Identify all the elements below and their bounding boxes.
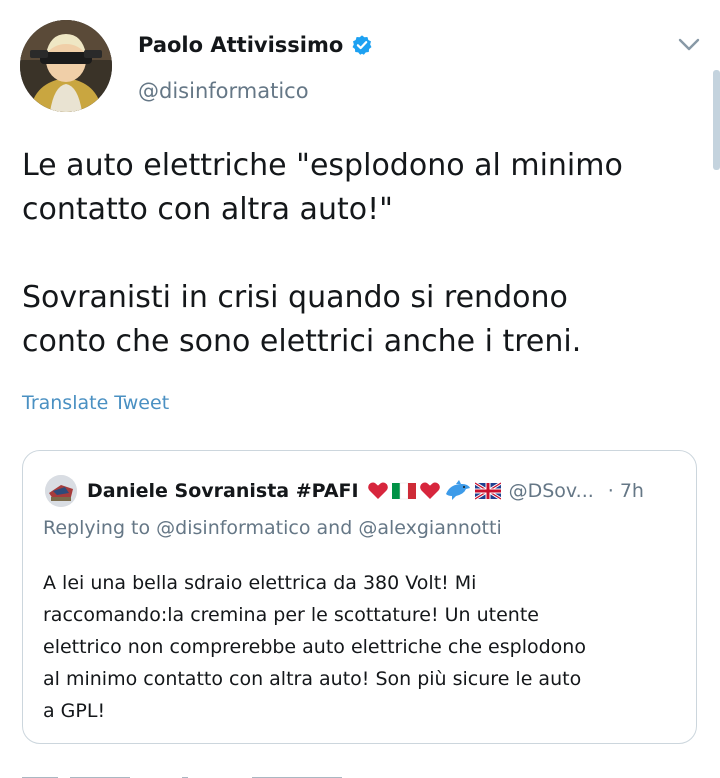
tweet-line: conto che sono elettrici anche i treni. — [22, 324, 582, 359]
replying-and: and — [316, 517, 353, 539]
quoted-tweet-text: A lei una bella sdraio elettrica da 380 … — [43, 567, 683, 727]
tweet-line: Le auto elettriche "esplodono al minimo — [22, 148, 623, 183]
separator-dot: · — [607, 480, 614, 502]
verified-badge-icon — [351, 34, 373, 56]
tweet-line: Sovranisti in crisi quando si rendono — [22, 280, 568, 315]
quoted-tweet-card[interactable]: Daniele Sovranista #PAFI @DSov... · 7h R… — [22, 450, 697, 744]
author-avatar[interactable] — [20, 20, 112, 112]
red-heart-icon — [367, 482, 388, 499]
author-handle[interactable]: @disinformatico — [138, 79, 309, 103]
quoted-avatar-image — [45, 475, 77, 507]
scrollbar[interactable] — [713, 70, 720, 170]
tweet-line: contatto con altra auto!" — [22, 192, 393, 227]
quoted-line: raccomando:la cremina per le scottature!… — [43, 604, 539, 626]
red-heart-icon — [419, 482, 440, 499]
quoted-line: a GPL! — [43, 700, 106, 722]
quoted-author-handle[interactable]: @DSov... — [509, 480, 594, 502]
tweet-meta-partial — [22, 768, 422, 778]
replying-to: Replying to @disinformatico and @alexgia… — [43, 517, 502, 539]
quoted-line: A lei una bella sdraio elettrica da 380 … — [43, 572, 477, 594]
author-avatar-image — [20, 20, 112, 112]
replying-prefix: Replying to — [43, 517, 151, 539]
quoted-timestamp[interactable]: 7h — [620, 480, 644, 502]
author-name-text: Paolo Attivissimo — [138, 33, 344, 57]
replying-mention-alexgiannotti[interactable]: @alexgiannotti — [358, 517, 501, 539]
quoted-header: Daniele Sovranista #PAFI @DSov... · 7h — [87, 475, 644, 507]
quoted-author-name[interactable]: Daniele Sovranista #PAFI — [87, 480, 359, 502]
quoted-avatar[interactable] — [45, 475, 77, 507]
italy-flag-icon — [391, 482, 416, 500]
quoted-emoji-group — [367, 480, 501, 502]
author-name[interactable]: Paolo Attivissimo — [138, 33, 373, 57]
chevron-down-icon[interactable] — [676, 36, 702, 54]
quoted-line: elettrico non comprerebbe auto elettrich… — [43, 636, 586, 658]
uk-flag-icon — [474, 482, 501, 500]
quoted-line: al minimo contatto con altra auto! Son p… — [43, 668, 582, 690]
dolphin-icon — [445, 480, 470, 500]
translate-tweet-link[interactable]: Translate Tweet — [22, 392, 169, 414]
replying-mention-disinformatico[interactable]: @disinformatico — [156, 517, 310, 539]
tweet-text: Le auto elettriche "esplodono al minimo … — [22, 144, 682, 364]
